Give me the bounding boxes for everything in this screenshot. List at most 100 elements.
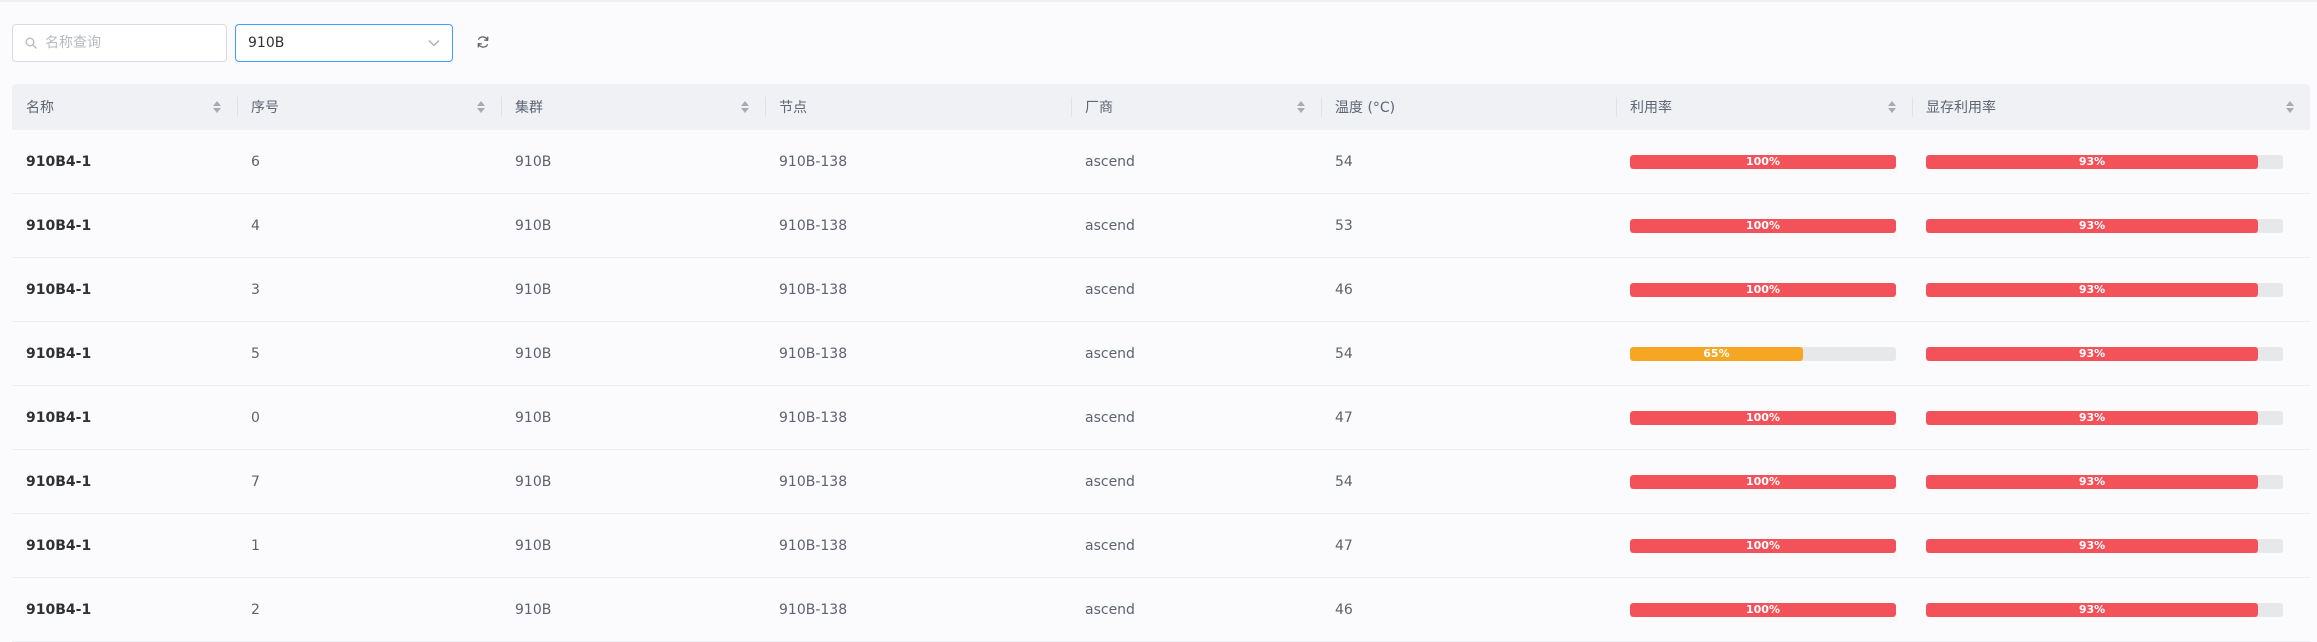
memory-utilization-label: 93% — [2078, 283, 2106, 296]
table-row[interactable]: 910B4-1 5 910B 910B-138 ascend 54 65% 93% — [12, 322, 2310, 386]
search-input[interactable] — [43, 34, 213, 52]
cell-utilization: 100% — [1616, 386, 1912, 449]
utilization-progress-fill: 100% — [1630, 218, 1896, 233]
toolbar: 910B — [12, 24, 499, 62]
memory-progress-bar: 93% — [1926, 474, 2283, 489]
search-icon — [25, 34, 37, 53]
cell-name: 910B4-1 — [26, 217, 92, 234]
table-row[interactable]: 910B4-1 7 910B 910B-138 ascend 54 100% 93% — [12, 450, 2310, 514]
cell-index: 0 — [251, 409, 260, 426]
cell-node: 910B-138 — [779, 281, 848, 298]
refresh-button[interactable] — [467, 27, 499, 59]
cell-memory-utilization: 93% — [1912, 322, 2310, 385]
cell-node: 910B-138 — [779, 345, 848, 362]
cell-utilization: 65% — [1616, 322, 1912, 385]
cell-memory-utilization: 93% — [1912, 130, 2310, 193]
cell-name: 910B4-1 — [26, 473, 92, 490]
utilization-progress-bar: 100% — [1630, 282, 1896, 297]
memory-progress-fill: 93% — [1926, 154, 2258, 169]
cell-memory-utilization: 93% — [1912, 514, 2310, 577]
table-header: 名称 序号 集群 节点 厂商 温度 (°C) 利用率 显存利用率 — [12, 84, 2310, 130]
cell-temperature: 47 — [1335, 537, 1353, 554]
sort-icon[interactable] — [213, 101, 221, 113]
memory-progress-fill: 93% — [1926, 346, 2258, 361]
cell-memory-utilization: 93% — [1912, 194, 2310, 257]
utilization-label: 65% — [1703, 347, 1730, 360]
sort-icon[interactable] — [477, 101, 485, 113]
utilization-label: 100% — [1746, 475, 1780, 488]
cell-cluster: 910B — [515, 409, 552, 426]
utilization-progress-fill: 100% — [1630, 538, 1896, 553]
table-row[interactable]: 910B4-1 6 910B 910B-138 ascend 54 100% 93% — [12, 130, 2310, 194]
sort-icon[interactable] — [1888, 101, 1896, 113]
cell-vendor: ascend — [1085, 345, 1135, 362]
cell-cluster: 910B — [515, 537, 552, 554]
cell-cluster: 910B — [515, 217, 552, 234]
cell-cluster: 910B — [515, 281, 552, 298]
utilization-label: 100% — [1746, 411, 1780, 424]
column-header-node[interactable]: 节点 — [765, 84, 1071, 130]
cell-memory-utilization: 93% — [1912, 450, 2310, 513]
cell-index: 4 — [251, 217, 260, 234]
cell-name: 910B4-1 — [26, 409, 92, 426]
utilization-progress-bar: 100% — [1630, 154, 1896, 169]
cluster-select[interactable]: 910B — [235, 24, 453, 62]
cell-temperature: 47 — [1335, 409, 1353, 426]
column-header-utilization[interactable]: 利用率 — [1616, 84, 1912, 130]
search-box[interactable] — [12, 24, 227, 62]
memory-utilization-label: 93% — [2078, 155, 2106, 168]
cell-utilization: 100% — [1616, 194, 1912, 257]
table-row[interactable]: 910B4-1 2 910B 910B-138 ascend 46 100% 93% — [12, 578, 2310, 642]
table-row[interactable]: 910B4-1 0 910B 910B-138 ascend 47 100% 93% — [12, 386, 2310, 450]
cell-temperature: 53 — [1335, 217, 1353, 234]
utilization-progress-bar: 100% — [1630, 602, 1896, 617]
cell-index: 7 — [251, 473, 260, 490]
utilization-progress-bar: 100% — [1630, 218, 1896, 233]
utilization-progress-bar: 65% — [1630, 346, 1896, 361]
memory-progress-fill: 93% — [1926, 538, 2258, 553]
memory-progress-bar: 93% — [1926, 346, 2283, 361]
sort-icon[interactable] — [741, 101, 749, 113]
utilization-label: 100% — [1746, 539, 1780, 552]
cell-node: 910B-138 — [779, 217, 848, 234]
memory-utilization-label: 93% — [2078, 411, 2106, 424]
utilization-label: 100% — [1746, 219, 1780, 232]
column-header-cluster[interactable]: 集群 — [501, 84, 765, 130]
cell-temperature: 54 — [1335, 345, 1353, 362]
utilization-label: 100% — [1746, 155, 1780, 168]
sort-icon[interactable] — [1297, 101, 1305, 113]
column-header-name[interactable]: 名称 — [12, 84, 237, 130]
utilization-progress-fill: 100% — [1630, 410, 1896, 425]
cell-vendor: ascend — [1085, 473, 1135, 490]
table-row[interactable]: 910B4-1 1 910B 910B-138 ascend 47 100% 93% — [12, 514, 2310, 578]
cell-cluster: 910B — [515, 345, 552, 362]
memory-progress-bar: 93% — [1926, 602, 2283, 617]
sort-icon[interactable] — [2286, 101, 2294, 113]
memory-progress-fill: 93% — [1926, 282, 2258, 297]
column-header-index[interactable]: 序号 — [237, 84, 501, 130]
memory-utilization-label: 93% — [2078, 219, 2106, 232]
table-row[interactable]: 910B4-1 3 910B 910B-138 ascend 46 100% 93% — [12, 258, 2310, 322]
column-header-temperature[interactable]: 温度 (°C) — [1321, 84, 1616, 130]
utilization-progress-fill: 100% — [1630, 602, 1896, 617]
memory-progress-bar: 93% — [1926, 410, 2283, 425]
cell-name: 910B4-1 — [26, 345, 92, 362]
memory-utilization-label: 93% — [2078, 475, 2106, 488]
table-row[interactable]: 910B4-1 4 910B 910B-138 ascend 53 100% 93% — [12, 194, 2310, 258]
utilization-progress-fill: 65% — [1630, 346, 1803, 361]
cell-temperature: 54 — [1335, 473, 1353, 490]
cell-vendor: ascend — [1085, 217, 1135, 234]
cell-memory-utilization: 93% — [1912, 258, 2310, 321]
cell-vendor: ascend — [1085, 409, 1135, 426]
cell-node: 910B-138 — [779, 473, 848, 490]
cluster-select-value: 910B — [248, 35, 285, 51]
cell-index: 1 — [251, 537, 260, 554]
cell-utilization: 100% — [1616, 258, 1912, 321]
cell-memory-utilization: 93% — [1912, 386, 2310, 449]
memory-utilization-label: 93% — [2078, 539, 2106, 552]
memory-progress-fill: 93% — [1926, 410, 2258, 425]
column-header-memory-utilization[interactable]: 显存利用率 — [1912, 84, 2310, 130]
cell-name: 910B4-1 — [26, 281, 92, 298]
column-header-vendor[interactable]: 厂商 — [1071, 84, 1321, 130]
utilization-label: 100% — [1746, 603, 1780, 616]
